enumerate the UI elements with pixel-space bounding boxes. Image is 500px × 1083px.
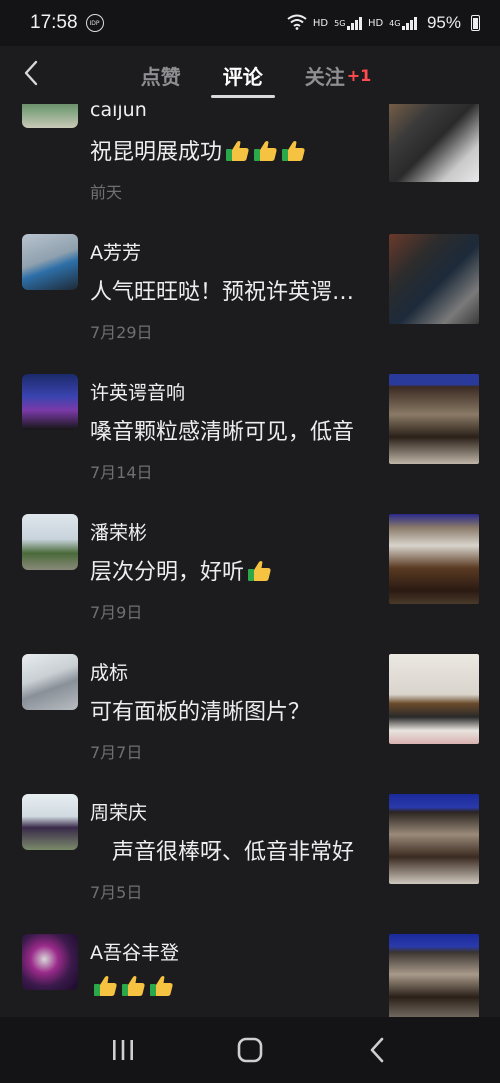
avatar[interactable] — [22, 934, 78, 990]
post-thumbnail[interactable] — [389, 234, 479, 324]
notification-badge-icon: IDP — [85, 14, 104, 32]
network-label: 4G — [389, 18, 401, 28]
comment-text[interactable]: 可有面板的清晰图片？ — [90, 694, 365, 726]
thumbs-up-icon — [252, 139, 278, 163]
comment-item[interactable]: 许英谔音响 嗓音颗粒感清晰可见，低音 7月14日 — [0, 366, 500, 506]
comment-date: 7月9日 — [90, 603, 143, 622]
battery-percent: 95% — [426, 13, 461, 32]
comment-item[interactable]: 成标 可有面板的清晰图片？ 7月7日 — [0, 646, 500, 786]
avatar[interactable] — [22, 374, 78, 430]
commenter-name[interactable]: 许英谔音响 — [90, 378, 185, 405]
comment-item[interactable]: 周荣庆 声音很棒呀、低音非常好 7月5日 — [0, 786, 500, 926]
tab-comments[interactable]: 评论 — [210, 46, 275, 104]
tab-label: 关注 — [304, 64, 345, 89]
comment-text[interactable]: 人气旺旺哒！预祝许英谔音响 — [90, 274, 365, 306]
comment-date: 7月7日 — [90, 743, 143, 762]
thumbs-up-icon — [92, 974, 118, 998]
tab-label: 点赞 — [140, 64, 181, 89]
home-button[interactable] — [220, 1020, 280, 1080]
commenter-name[interactable]: A芳芳 — [90, 238, 141, 265]
commenter-name[interactable]: A吾谷丰登 — [90, 938, 179, 965]
comment-date: 7月5日 — [90, 883, 143, 902]
post-thumbnail[interactable] — [389, 934, 479, 1017]
comment-item[interactable]: A芳芳 人气旺旺哒！预祝许英谔音响 7月29日 — [0, 226, 500, 366]
comment-text[interactable]: 声音很棒呀、低音非常好 — [90, 834, 365, 866]
back-icon — [370, 1037, 383, 1063]
commenter-name[interactable]: caijun — [90, 104, 147, 121]
comment-text[interactable]: 祝昆明展成功 — [90, 134, 365, 166]
signal-icon — [402, 16, 417, 30]
nav-back-button[interactable] — [347, 1020, 407, 1080]
post-thumbnail[interactable] — [389, 654, 479, 744]
home-icon — [237, 1037, 263, 1063]
avatar[interactable] — [22, 794, 78, 850]
signal-icon — [347, 16, 362, 30]
commenter-name[interactable]: 成标 — [90, 658, 128, 685]
comment-item[interactable]: 潘荣彬 层次分明，好听 7月9日 — [0, 506, 500, 646]
comment-date: 7月29日 — [90, 323, 153, 342]
comment-text[interactable]: 层次分明，好听 — [90, 554, 365, 586]
thumbs-up-icon — [120, 974, 146, 998]
avatar[interactable] — [22, 234, 78, 290]
tab-label: 评论 — [222, 64, 263, 89]
tab-likes[interactable]: 点赞 — [141, 46, 181, 104]
tab-bar: 点赞 评论 关注 +1 — [0, 46, 500, 104]
post-thumbnail[interactable] — [389, 374, 479, 464]
new-follow-count-badge: +1 — [346, 65, 372, 85]
comment-date: 前天 — [90, 183, 123, 202]
battery-icon — [471, 15, 480, 31]
comment-text[interactable]: 嗓音颗粒感清晰可见，低音 — [90, 414, 365, 446]
post-thumbnail[interactable] — [389, 104, 479, 182]
header: 点赞 评论 关注 +1 — [0, 46, 500, 104]
commenter-name[interactable]: 潘荣彬 — [90, 518, 147, 545]
status-time: 17:58 — [30, 12, 78, 33]
comment-list[interactable]: caijun 祝昆明展成功 前天 A芳芳 人气旺旺哒！预祝许英谔音响 7月29日… — [0, 104, 500, 1017]
recent-apps-icon — [113, 1040, 134, 1060]
recent-apps-button[interactable] — [93, 1020, 153, 1080]
commenter-name[interactable]: 周荣庆 — [90, 798, 147, 825]
status-indicators: HD 5G HD 4G 95% — [287, 13, 480, 33]
comment-item[interactable]: A吾谷丰登 — [0, 926, 500, 1017]
comment-text[interactable] — [90, 974, 365, 1000]
thumbs-up-icon — [280, 139, 306, 163]
network-label: HD — [312, 17, 329, 29]
thumbs-up-icon — [148, 974, 174, 998]
network-label: 5G — [334, 18, 346, 28]
post-thumbnail[interactable] — [389, 794, 479, 884]
comment-item[interactable]: caijun 祝昆明展成功 前天 — [0, 104, 500, 226]
avatar[interactable] — [22, 104, 78, 128]
network-label: HD — [367, 17, 384, 29]
post-thumbnail[interactable] — [389, 514, 479, 604]
thumbs-up-icon — [246, 559, 272, 583]
wifi-icon — [287, 14, 307, 33]
tab-follows[interactable]: 关注 +1 — [305, 46, 372, 104]
system-navigation-bar — [0, 1017, 500, 1083]
comment-date: 7月14日 — [90, 463, 153, 482]
thumbs-up-icon — [224, 139, 250, 163]
status-bar: 17:58 IDP HD 5G HD 4G 95% — [0, 0, 500, 46]
avatar[interactable] — [22, 514, 78, 570]
avatar[interactable] — [22, 654, 78, 710]
